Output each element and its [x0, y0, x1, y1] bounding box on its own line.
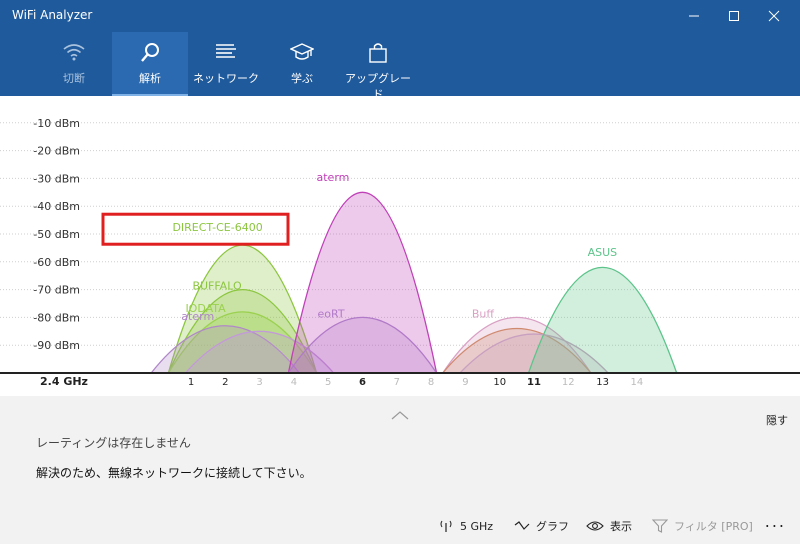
bottom-toolbar: 5 GHz グラフ 表示 フィルタ [PRO] ...	[0, 510, 800, 544]
solution-text: 解決のため、無線ネットワークに接続して下さい。	[36, 466, 312, 480]
x-tick-label: 8	[428, 377, 434, 388]
x-tick-label: 6	[359, 377, 366, 388]
x-tick-label: 10	[493, 377, 506, 388]
graph-button[interactable]: グラフ	[514, 516, 569, 536]
filter-icon	[652, 519, 668, 533]
y-tick-label: -60 dBm	[33, 256, 80, 269]
rating-text: レーティングは存在しません	[36, 436, 191, 450]
x-tick-label: 11	[527, 377, 541, 388]
network-label[interactable]: Buff	[472, 307, 495, 320]
hide-button[interactable]: 隠す	[766, 412, 788, 428]
maximize-button[interactable]	[714, 0, 754, 32]
signal-curve[interactable]	[527, 267, 678, 374]
list-icon	[188, 42, 264, 64]
view-label: 表示	[610, 520, 632, 533]
x-tick-label: 2	[222, 377, 228, 388]
x-tick-label: 5	[325, 377, 331, 388]
graph-icon	[514, 521, 530, 530]
x-tick-label: 14	[631, 377, 644, 388]
nav-disconnect[interactable]: 切断	[36, 32, 112, 96]
y-tick-label: -90 dBm	[33, 339, 80, 352]
y-tick-label: -70 dBm	[33, 284, 80, 297]
network-label[interactable]: BUFFALO	[192, 280, 242, 293]
nav-learn-label: 学ぶ	[291, 72, 313, 85]
main-nav: 切断 解析 ネットワーク 学ぶ アップグレード	[0, 32, 800, 101]
x-tick-label: 13	[596, 377, 609, 388]
nav-disconnect-label: 切断	[63, 72, 85, 85]
more-options-button[interactable]: ...	[765, 512, 786, 531]
nav-network-label: ネットワーク	[193, 72, 259, 85]
graph-label: グラフ	[536, 520, 569, 533]
x-tick-label: 1	[188, 377, 194, 388]
channel-graph: -10 dBm -20 dBm -30 dBm -40 dBm -50 dBm -60 d…	[0, 96, 800, 396]
nav-analyze-label: 解析	[139, 72, 161, 85]
network-label[interactable]: DIRECT-CE-6400	[172, 221, 262, 234]
search-icon	[112, 42, 188, 64]
channel-chart: -10 dBm -20 dBm -30 dBm -40 dBm -50 dBm -60 d…	[0, 117, 800, 388]
maximize-icon	[729, 11, 739, 21]
x-tick-label: 9	[462, 377, 468, 388]
x-tick-label: 12	[562, 377, 575, 388]
nav-network[interactable]: ネットワーク	[188, 32, 264, 96]
close-button[interactable]	[754, 0, 794, 32]
y-tick-label: -10 dBm	[33, 117, 80, 130]
window-title: WiFi Analyzer	[12, 8, 93, 22]
wifi-icon	[36, 42, 112, 64]
x-tick-label: 4	[291, 377, 297, 388]
y-tick-label: -50 dBm	[33, 228, 80, 241]
antenna-icon	[440, 520, 452, 532]
network-label[interactable]: eoRT	[318, 307, 345, 320]
band-label: 2.4 GHz	[40, 375, 88, 388]
band-toggle-label: 5 GHz	[460, 519, 494, 533]
eye-icon	[586, 521, 604, 531]
nav-analyze[interactable]: 解析	[112, 32, 188, 96]
filter-label: フィルタ [PRO]	[674, 520, 753, 533]
shopping-bag-icon	[340, 42, 416, 64]
band-toggle-button[interactable]: 5 GHz	[438, 516, 493, 536]
minimize-button[interactable]	[674, 0, 714, 32]
close-icon	[768, 10, 780, 22]
view-button[interactable]: 表示	[586, 516, 632, 536]
minimize-icon	[689, 15, 699, 17]
filter-button[interactable]: フィルタ [PRO]	[652, 516, 753, 536]
x-tick-label: 3	[256, 377, 262, 388]
network-label[interactable]: ASUS	[588, 246, 618, 259]
y-tick-label: -80 dBm	[33, 311, 80, 324]
nav-learn[interactable]: 学ぶ	[264, 32, 340, 96]
network-label[interactable]: aterm	[181, 310, 214, 323]
nav-upgrade[interactable]: アップグレード	[340, 32, 416, 101]
x-tick-label: 7	[394, 377, 400, 388]
graduation-cap-icon	[264, 42, 340, 64]
y-tick-label: -30 dBm	[33, 172, 80, 185]
y-tick-label: -20 dBm	[33, 145, 80, 158]
network-label[interactable]: aterm	[317, 171, 350, 184]
title-bar: WiFi Analyzer	[0, 0, 800, 32]
y-tick-label: -40 dBm	[33, 200, 80, 213]
chevron-up-icon[interactable]	[390, 410, 410, 420]
